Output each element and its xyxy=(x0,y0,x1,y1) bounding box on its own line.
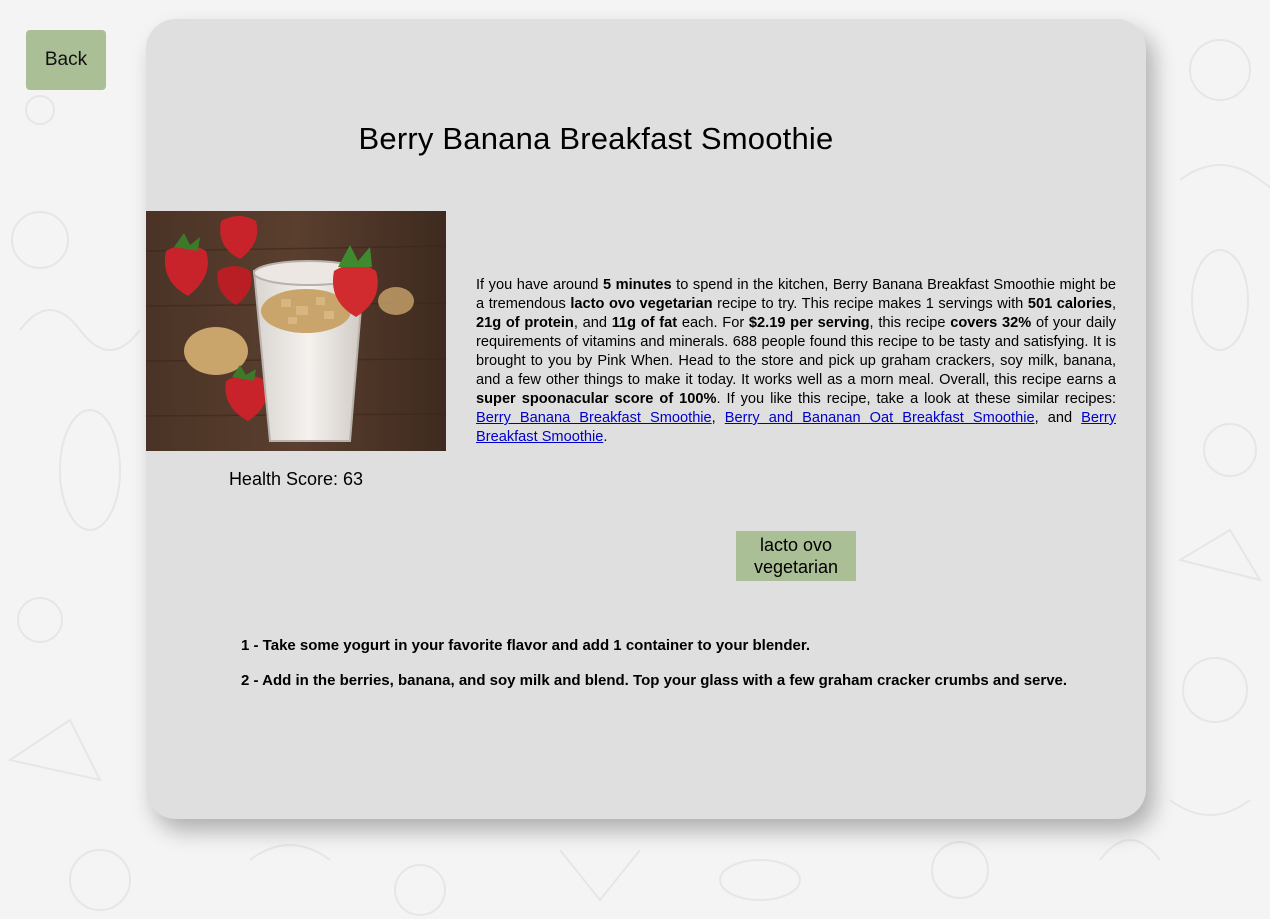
summary-text: , xyxy=(1111,296,1117,312)
similar-recipe-link[interactable]: Berry Banana Breakfast Smoothie xyxy=(476,410,712,426)
diet-badge: lacto ovo vegetarian xyxy=(736,531,856,581)
summary-text: each. For xyxy=(677,315,749,331)
summary-calories: 501 calories xyxy=(1027,296,1112,312)
instruction-step: 2 - Add in the berries, banana, and soy … xyxy=(241,672,1068,689)
back-button[interactable]: Back xyxy=(26,30,106,90)
health-score-label: Health Score: xyxy=(228,469,338,489)
summary-diet: lacto ovo vegetarian xyxy=(570,296,713,312)
summary-text: , and xyxy=(573,315,612,331)
health-score-value: 63 xyxy=(343,469,364,489)
summary-text: , this recipe xyxy=(869,315,951,331)
recipe-summary: If you have around 5 minutes to spend in… xyxy=(476,276,1116,447)
summary-text: . xyxy=(603,429,608,445)
summary-text: If you have around xyxy=(476,277,603,293)
health-score: Health Score: 63 xyxy=(146,469,446,490)
summary-text: , and xyxy=(1034,410,1082,426)
summary-covers: covers 32% xyxy=(950,315,1032,331)
instruction-steps: 1 - Take some yogurt in your favorite fl… xyxy=(241,637,1121,707)
summary-fat: 11g of fat xyxy=(611,315,678,331)
recipe-image xyxy=(146,211,446,451)
summary-protein: 21g of protein xyxy=(476,315,574,331)
recipe-title: Berry Banana Breakfast Smoothie xyxy=(358,121,834,156)
summary-text: recipe to try. This recipe makes 1 servi… xyxy=(712,296,1028,312)
summary-time: 5 minutes xyxy=(602,277,672,293)
summary-price: $2.19 per serving xyxy=(748,315,870,331)
similar-recipe-link[interactable]: Berry and Bananan Oat Breakfast Smoothie xyxy=(725,410,1035,426)
summary-text: . If you like this recipe, take a look a… xyxy=(716,391,1117,407)
recipe-card: Berry Banana Breakfast Smoothie Health S… xyxy=(146,19,1146,819)
instruction-step: 1 - Take some yogurt in your favorite fl… xyxy=(241,637,811,654)
summary-text: , xyxy=(711,410,725,426)
summary-score: super spoonacular score of 100% xyxy=(476,391,717,407)
